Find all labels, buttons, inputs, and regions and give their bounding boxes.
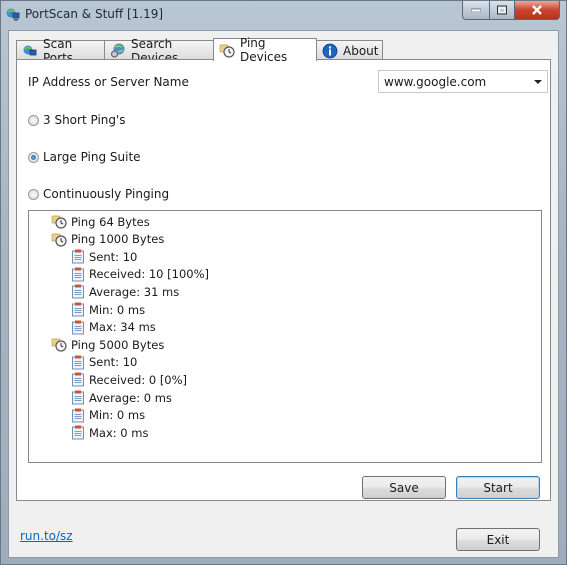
tree-node-label: Ping 5000 Bytes [71, 337, 165, 352]
network-computer-icon [6, 8, 20, 21]
tab-ping-devices[interactable]: Ping Devices [213, 36, 317, 64]
info-icon [322, 43, 338, 58]
tree-leaf-node[interactable]: Sent: 10 [71, 354, 137, 371]
tree-group-node[interactable]: Ping 5000 Bytes [51, 336, 164, 353]
website-link[interactable]: run.to/sz [20, 529, 73, 543]
tree-node-label: Received: 0 [0%] [89, 372, 188, 387]
tree-node-label: Min: 0 ms [89, 408, 146, 423]
tree-node-label: Sent: 10 [89, 355, 138, 370]
document-icon [72, 249, 84, 264]
document-icon [72, 302, 84, 317]
globe-search-icon [111, 43, 125, 58]
radio-large-ping-suite[interactable]: Large Ping Suite [28, 150, 141, 164]
tree-node-label: Max: 34 ms [89, 320, 156, 335]
radio-label: Continuously Pinging [43, 187, 170, 201]
maximize-button[interactable] [489, 1, 515, 20]
document-icon [72, 355, 84, 370]
title-bar: PortScan & Stuff [1.19] [1, 1, 566, 29]
tree-node-label: Max: 0 ms [89, 425, 149, 440]
start-button[interactable]: Start [456, 476, 540, 499]
close-icon [532, 5, 542, 15]
stopwatch-icon [51, 232, 67, 247]
tree-node-label: Ping 64 Bytes [71, 214, 150, 229]
tree-leaf-node[interactable]: Sent: 10 [71, 248, 137, 265]
tab-about[interactable]: About [316, 40, 383, 60]
tab-label: About [343, 43, 379, 58]
minimize-button[interactable] [462, 1, 490, 20]
radio-continuous-ping[interactable]: Continuously Pinging [28, 187, 169, 201]
tree-leaf-node[interactable]: Average: 31 ms [71, 283, 179, 300]
tree-leaf-node[interactable]: Max: 0 ms [71, 424, 148, 441]
radio-label: Large Ping Suite [43, 150, 141, 164]
document-icon [72, 372, 84, 387]
tree-group-node[interactable]: Ping 64 Bytes [51, 213, 150, 230]
tree-leaf-node[interactable]: Received: 0 [0%] [71, 371, 187, 388]
tree-node-label: Received: 10 [100%] [89, 267, 209, 282]
stopwatch-icon [219, 43, 235, 58]
document-icon [72, 425, 84, 440]
tree-leaf-node[interactable]: Max: 34 ms [71, 319, 156, 336]
radio-button-icon[interactable] [28, 188, 39, 200]
radio-button-selected-icon[interactable] [28, 151, 39, 163]
tree-node-label: Average: 31 ms [89, 284, 180, 299]
results-tree[interactable]: Ping 64 Bytes Ping 1000 Bytes Sent: 10 Rece… [28, 210, 542, 463]
document-icon [72, 408, 84, 423]
document-icon [72, 284, 84, 299]
host-combobox[interactable]: www.google.com [378, 70, 548, 93]
tree-node-label: Min: 0 ms [89, 302, 146, 317]
tree-group-node[interactable]: Ping 1000 Bytes [51, 231, 164, 248]
host-label: IP Address or Server Name [28, 75, 189, 89]
radio-short-pings[interactable]: 3 Short Ping's [28, 113, 126, 127]
tree-leaf-node[interactable]: Min: 0 ms [71, 407, 145, 424]
tree-leaf-node[interactable]: Received: 10 [100%] [71, 266, 209, 283]
radio-label: 3 Short Ping's [43, 113, 126, 127]
document-icon [72, 390, 84, 405]
chevron-down-icon[interactable] [534, 80, 542, 84]
maximize-icon [497, 5, 507, 15]
tree-leaf-node[interactable]: Average: 0 ms [71, 389, 172, 406]
tree-node-label: Ping 1000 Bytes [71, 232, 165, 247]
tree-node-label: Average: 0 ms [89, 390, 172, 405]
ping-devices-panel: IP Address or Server Name www.google.com… [16, 59, 551, 501]
radio-button-icon[interactable] [28, 114, 39, 126]
stopwatch-icon [51, 338, 67, 352]
minimize-icon [471, 8, 481, 12]
document-icon [72, 320, 84, 335]
host-value: www.google.com [384, 75, 487, 89]
exit-button[interactable]: Exit [456, 528, 540, 551]
tree-leaf-node[interactable]: Min: 0 ms [71, 301, 145, 318]
window-title: PortScan & Stuff [1.19] [25, 7, 164, 21]
close-button[interactable] [514, 1, 560, 20]
tab-search-devices[interactable]: Search Devices [104, 37, 214, 65]
tab-label: Ping Devices [240, 36, 288, 64]
client-area: Scan Ports Search Devices Ping Devices A… [8, 30, 559, 558]
document-icon [72, 267, 84, 282]
save-button[interactable]: Save [362, 476, 446, 499]
stopwatch-icon [51, 215, 67, 229]
tab-scan-ports[interactable]: Scan Ports [16, 37, 105, 65]
app-window: PortScan & Stuff [1.19] Scan Ports Searc… [0, 0, 567, 565]
network-computer-icon [23, 45, 37, 55]
tree-node-label: Sent: 10 [89, 249, 138, 264]
